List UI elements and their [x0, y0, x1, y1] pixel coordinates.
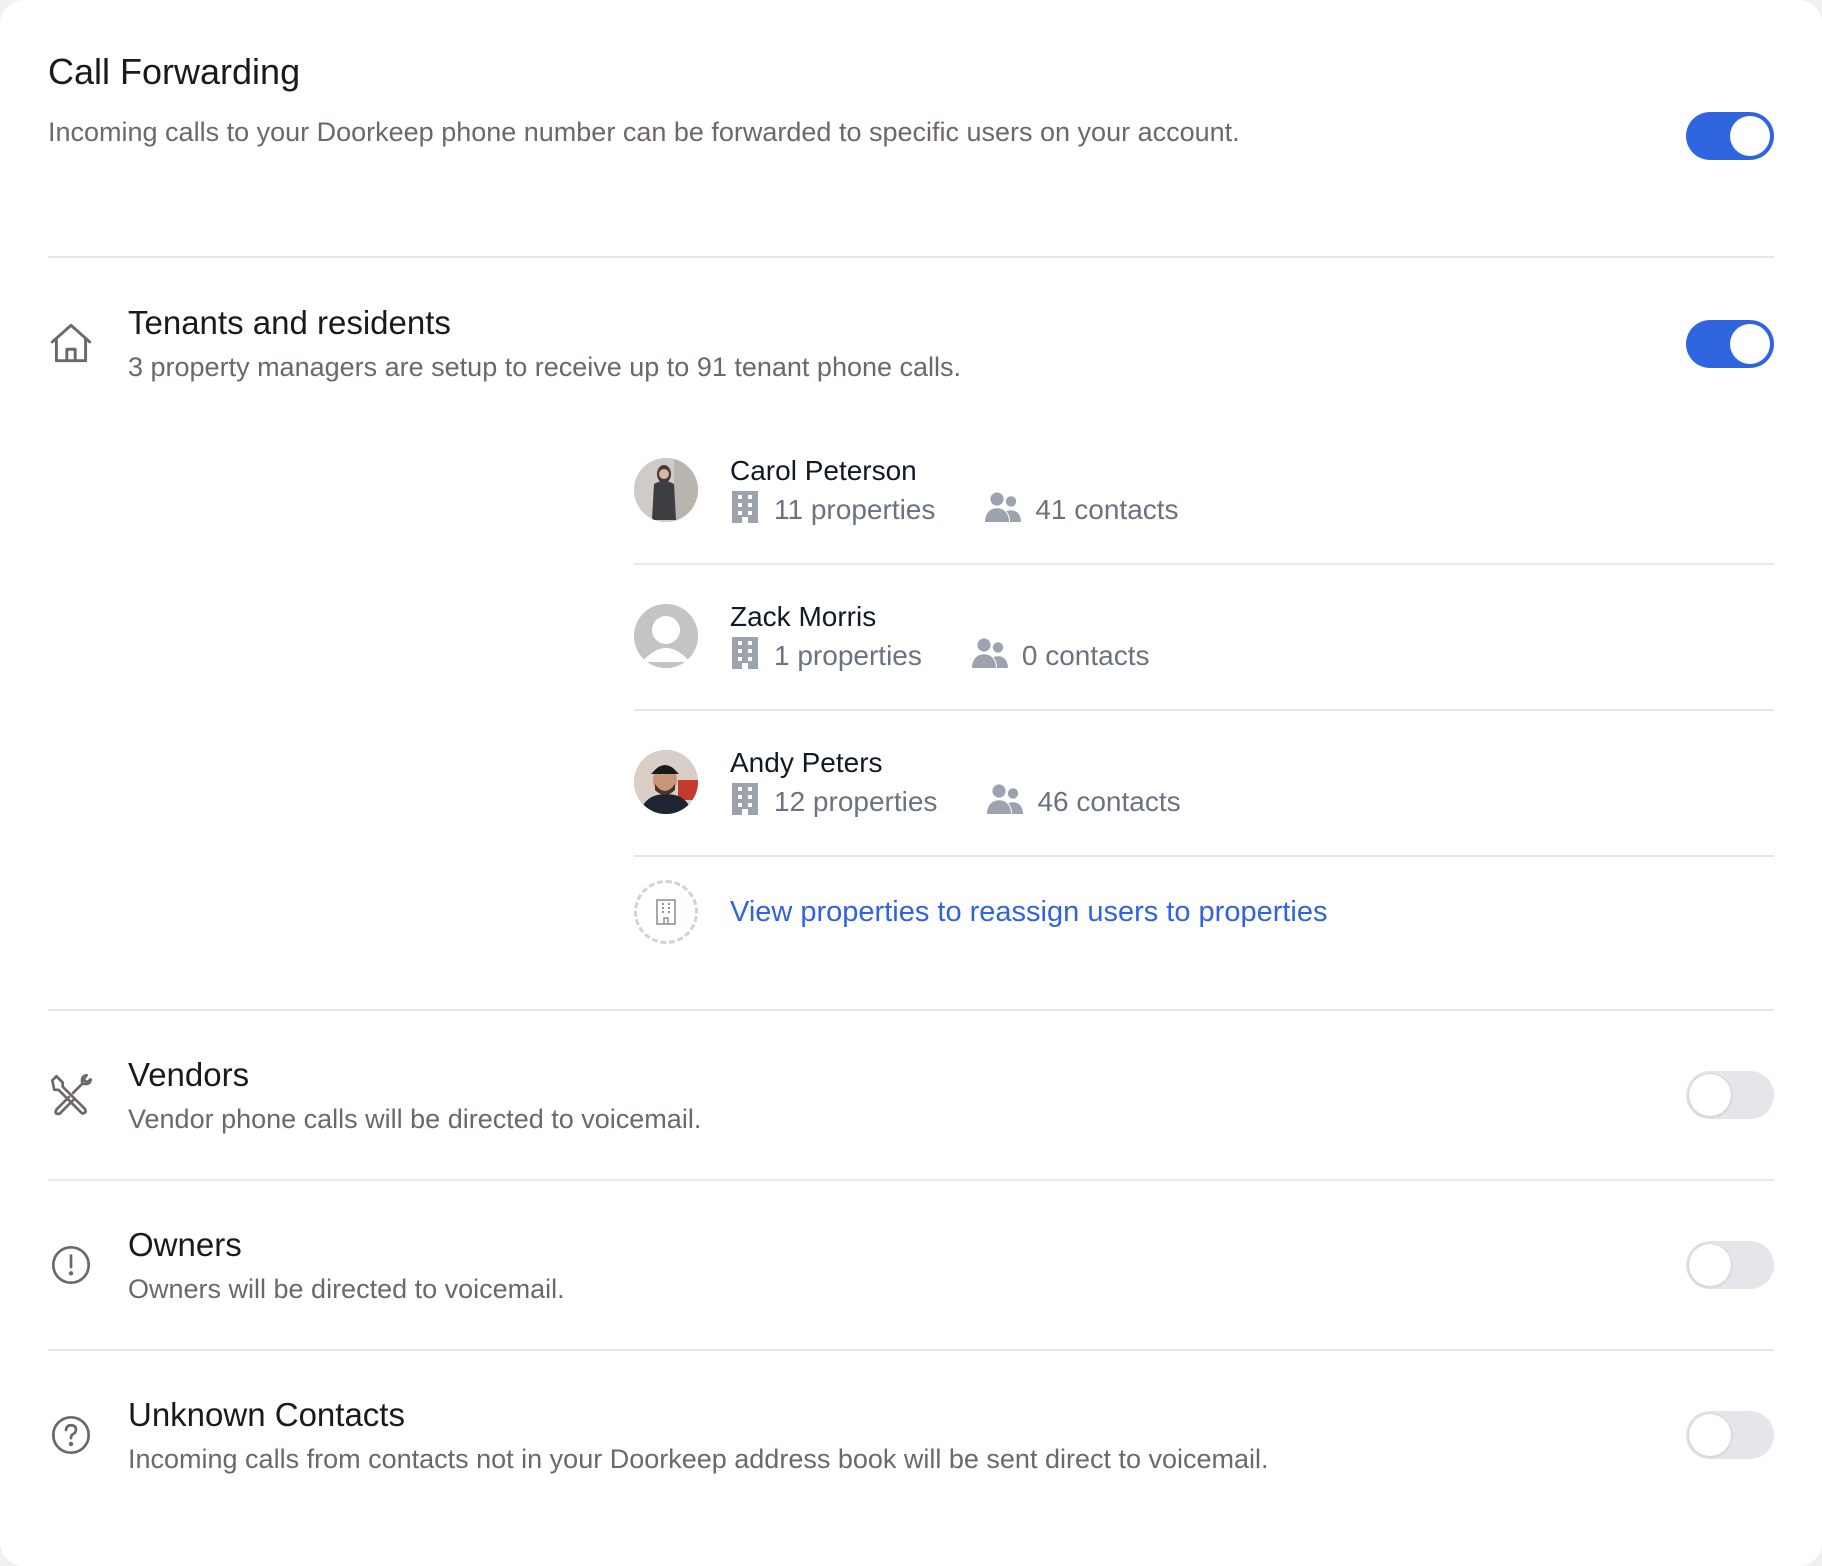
toggle-knob: [1730, 116, 1770, 156]
tenants-description: 3 property managers are setup to receive…: [128, 352, 962, 382]
unknown-contacts-toggle[interactable]: [1686, 1411, 1774, 1459]
owners-description: Owners will be directed to voicemail.: [128, 1274, 565, 1304]
contacts-count: 41 contacts: [985, 491, 1179, 530]
users-icon: [987, 783, 1037, 822]
wrench-screwdriver-icon: [46, 1070, 96, 1120]
users-icon: [985, 491, 1035, 530]
avatar: [634, 458, 698, 522]
owners-toggle[interactable]: [1686, 1241, 1774, 1289]
properties-count: 12 properties: [730, 782, 937, 822]
building-icon: [730, 490, 774, 530]
building-placeholder-icon: [634, 880, 698, 944]
home-icon: [46, 318, 96, 368]
exclamation-circle-icon: [46, 1240, 96, 1290]
vendors-description: Vendor phone calls will be directed to v…: [128, 1104, 702, 1134]
user-meta: 12 properties 46 contacts: [730, 782, 1181, 822]
contacts-count: 0 contacts: [971, 637, 1150, 676]
toggle-knob: [1689, 1244, 1731, 1286]
call-forwarding-card: Call Forwarding Incoming calls to your D…: [0, 0, 1822, 1566]
page-description: Incoming calls to your Doorkeep phone nu…: [48, 117, 1240, 147]
owners-title: Owners: [128, 1226, 242, 1263]
toggle-knob: [1730, 324, 1770, 364]
user-meta: 11 properties 41 contacts: [730, 490, 1179, 530]
unknown-contacts-title: Unknown Contacts: [128, 1396, 405, 1433]
page-title: Call Forwarding: [48, 51, 301, 92]
toggle-knob: [1689, 1414, 1731, 1456]
properties-count: 1 properties: [730, 636, 922, 676]
divider: [634, 855, 1774, 857]
placeholder-user-icon: [634, 604, 698, 668]
divider: [48, 1349, 1774, 1351]
call-forwarding-toggle[interactable]: [1686, 112, 1774, 160]
divider: [634, 563, 1774, 565]
properties-count: 11 properties: [730, 490, 935, 530]
divider: [48, 1179, 1774, 1181]
divider: [48, 256, 1774, 258]
divider: [48, 1009, 1774, 1011]
tenants-toggle[interactable]: [1686, 320, 1774, 368]
view-properties-link[interactable]: View properties to reassign users to pro…: [730, 894, 1328, 930]
user-name: Andy Peters: [730, 747, 883, 778]
question-circle-icon: [46, 1410, 96, 1460]
users-icon: [971, 637, 1022, 676]
vendors-toggle[interactable]: [1686, 1071, 1774, 1119]
avatar: [634, 750, 698, 814]
building-icon: [730, 782, 774, 822]
user-name: Carol Peterson: [730, 455, 917, 486]
toggle-knob: [1689, 1074, 1731, 1116]
contacts-count: 46 contacts: [987, 783, 1181, 822]
vendors-title: Vendors: [128, 1056, 250, 1093]
tenants-title: Tenants and residents: [128, 304, 451, 341]
unknown-contacts-description: Incoming calls from contacts not in your…: [128, 1444, 1269, 1474]
user-meta: 1 properties 0 contacts: [730, 636, 1150, 676]
building-icon: [730, 636, 774, 676]
divider: [634, 709, 1774, 711]
user-name: Zack Morris: [730, 601, 877, 632]
